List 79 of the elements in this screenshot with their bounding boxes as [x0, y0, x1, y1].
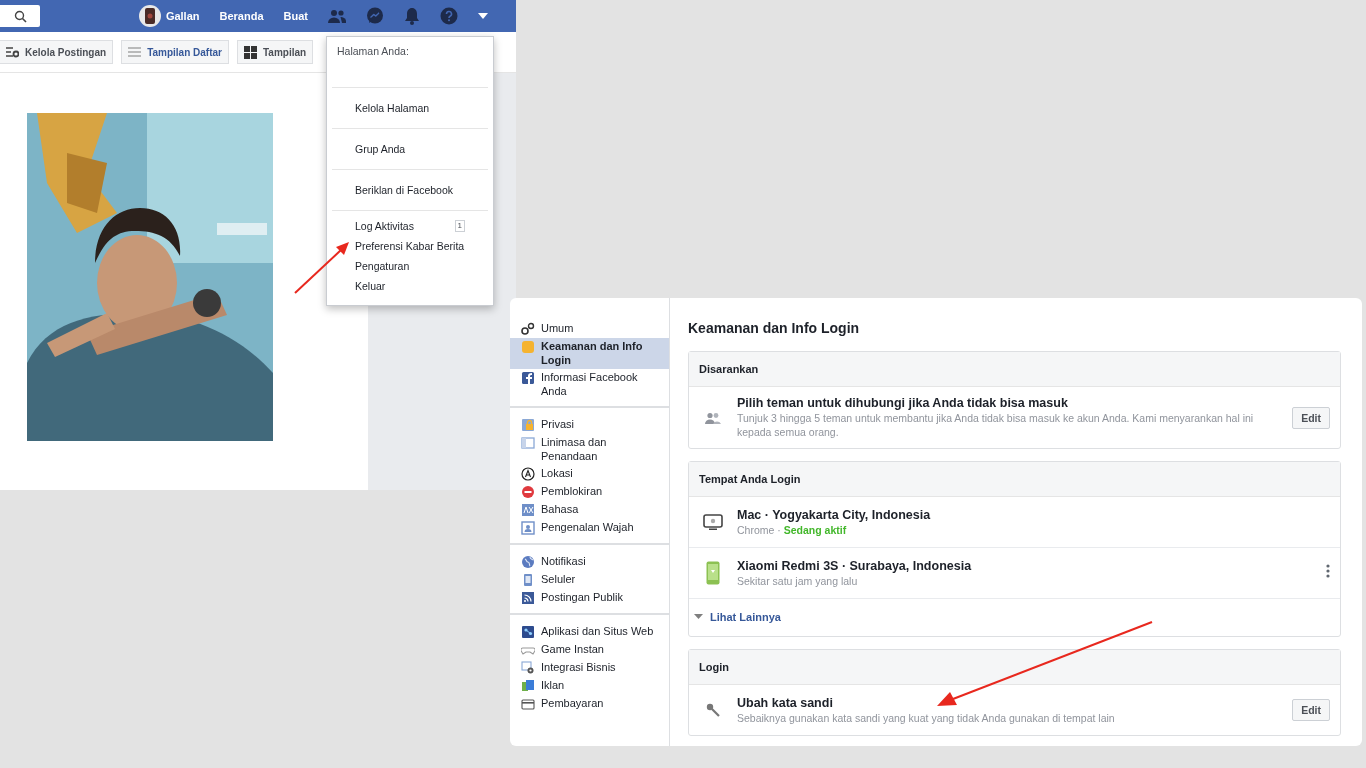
see-more-link[interactable]: Lihat Lainnya	[689, 599, 791, 636]
ads-icon	[521, 679, 535, 693]
toolbar-button[interactable]: Kelola Postingan	[0, 40, 114, 64]
row-description: Chrome · Sedang aktif	[737, 522, 848, 537]
sidebar-item[interactable]: Iklan	[510, 677, 669, 695]
card-icon	[521, 697, 535, 711]
toolbar-button[interactable]: Tampilan	[236, 40, 314, 64]
dots-icon	[521, 322, 535, 336]
key-icon	[706, 703, 720, 717]
sidebar-item[interactable]: Informasi Facebook Anda	[510, 369, 669, 400]
section-header: Disarankan	[689, 352, 1340, 387]
caret-icon	[694, 614, 703, 620]
caret-icon[interactable]	[478, 12, 488, 20]
sidebar-item[interactable]: Aplikasi dan Situs Web	[510, 623, 669, 641]
menu-item[interactable]: Pengaturan	[332, 256, 488, 276]
sidebar-item[interactable]: Pengenalan Wajah	[510, 519, 669, 537]
grid-icon	[243, 45, 257, 59]
globe-icon	[521, 555, 535, 569]
menu-heading: Halaman Anda:	[336, 44, 410, 59]
sidebar-item[interactable]: Postingan Publik	[510, 589, 669, 607]
phone-icon	[706, 561, 720, 585]
app-icon	[521, 371, 535, 385]
bell-icon[interactable]	[404, 7, 420, 25]
edit-button[interactable]: Edit	[1292, 699, 1330, 721]
rss-icon	[521, 591, 535, 605]
menu-item[interactable]: Grup Anda	[332, 134, 488, 164]
row-description: Sebaiknya gunakan kata sandi yang kuat yang tidak Anda gunakan di tempat lain	[737, 710, 1116, 725]
row-title: Ubah kata sandi	[737, 695, 834, 711]
page-title: Keamanan dan Info Login	[688, 320, 861, 336]
lock-icon	[521, 418, 535, 432]
sidebar-item[interactable]: Game Instan	[510, 641, 669, 659]
sidebar-item[interactable]: Integrasi Bisnis	[510, 659, 669, 677]
friends-icon[interactable]	[328, 9, 346, 23]
location-icon	[521, 467, 535, 481]
sidebar-item[interactable]: Seluler	[510, 571, 669, 589]
list-icon	[128, 47, 142, 57]
sidebar-item[interactable]: Notifikasi	[510, 553, 669, 571]
section-header: Login	[689, 650, 1340, 685]
sidebar-item[interactable]: Pemblokiran	[510, 483, 669, 501]
portrait-icon	[521, 521, 535, 535]
profile-link[interactable]: Gallan	[138, 5, 200, 27]
row-title: Mac · Yogyakarta City, Indonesia	[737, 507, 932, 523]
row-description: Tunjuk 3 hingga 5 teman untuk membantu jika Anda tidak bisa masuk ke akun Anda. Kami menyarankan hal ini kepada semua orang.	[737, 411, 1255, 439]
sidebar-item[interactable]: Pembayaran	[510, 695, 669, 713]
avatar-icon	[138, 5, 161, 27]
count-badge: 1	[454, 220, 465, 232]
monitor-icon	[703, 513, 723, 531]
help-icon[interactable]	[440, 7, 458, 25]
phone-icon	[521, 573, 535, 587]
sidebar-item[interactable]: Linimasa dan Penandaan	[510, 434, 669, 465]
apps-icon	[521, 625, 535, 639]
sidebar-item[interactable]: Privasi	[510, 416, 669, 434]
more-icon[interactable]	[1326, 564, 1330, 578]
settings-icon	[6, 46, 19, 58]
nav-link[interactable]: Buat	[283, 10, 308, 22]
edit-button[interactable]: Edit	[1292, 406, 1330, 429]
search-field[interactable]	[0, 5, 40, 27]
row-title: Pilih teman untuk dihubungi jika Anda tidak bisa masuk	[737, 396, 1069, 411]
gear-icon	[521, 661, 535, 675]
people-icon	[705, 411, 721, 424]
messenger-icon[interactable]	[366, 7, 384, 25]
row-description: Sekitar satu jam yang lalu	[737, 573, 859, 588]
section-header: Tempat Anda Login	[689, 462, 1340, 497]
sidebar-item[interactable]: Keamanan dan Info Login	[510, 338, 669, 369]
block-icon	[521, 485, 535, 499]
sidebar-item[interactable]: Lokasi	[510, 465, 669, 483]
menu-item[interactable]: Log Aktivitas 1	[332, 216, 488, 236]
menu-item[interactable]: Keluar	[332, 276, 488, 296]
window-icon	[521, 436, 535, 450]
menu-item[interactable]: Beriklan di Facebook	[332, 175, 488, 205]
search-icon	[13, 9, 27, 23]
toolbar-button[interactable]: Tampilan Daftar	[121, 40, 229, 64]
sidebar-item[interactable]: Umum	[510, 320, 669, 338]
menu-item[interactable]: Preferensi Kabar Berita	[332, 236, 488, 256]
nav-link[interactable]: Beranda	[219, 10, 264, 22]
sidebar-item[interactable]: Bahasa	[510, 501, 669, 519]
row-title: Xiaomi Redmi 3S · Surabaya, Indonesia	[737, 558, 973, 574]
translate-icon	[521, 503, 535, 517]
menu-item[interactable]: Kelola Halaman	[332, 93, 488, 123]
